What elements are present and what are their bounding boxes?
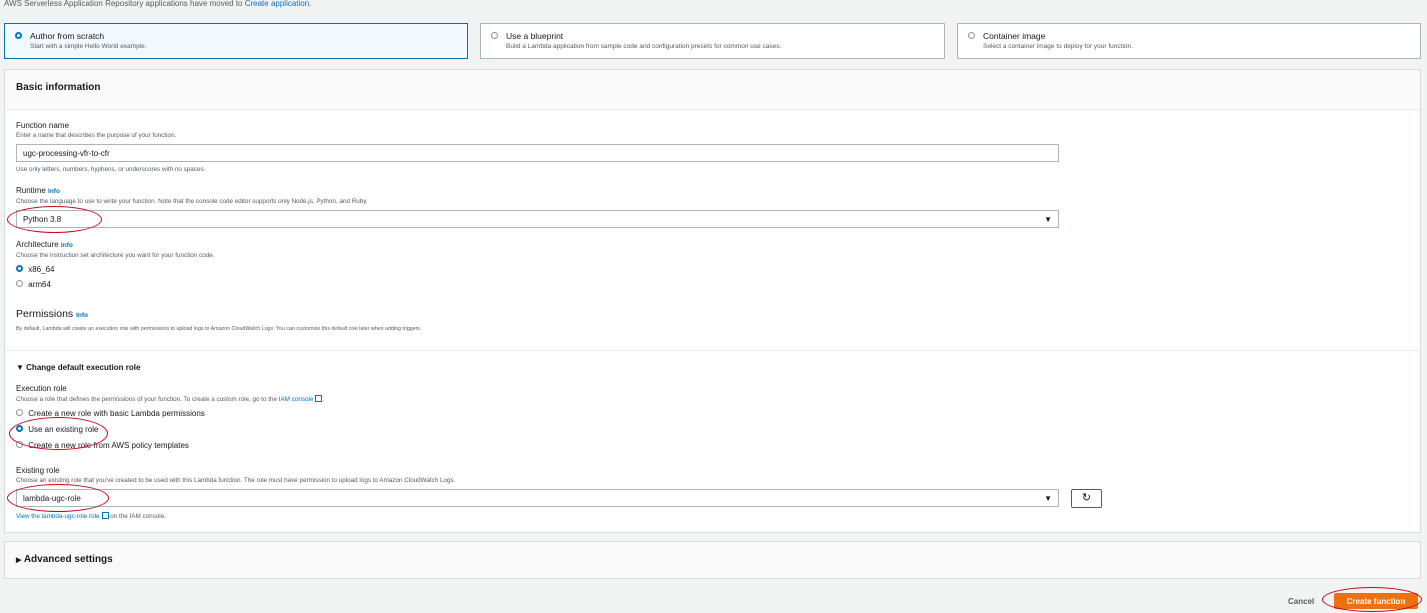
annotation-circle: [1322, 587, 1422, 612]
basic-information-panel: Basic information Function name Enter a …: [4, 69, 1421, 533]
function-name-desc: Enter a name that describes the purpose …: [16, 132, 177, 139]
annotation-circle: [7, 484, 109, 512]
view-role-line: View the lambda-ugc-role role on the IAM…: [16, 512, 166, 520]
execution-role-desc: Choose a role that defines the permissio…: [16, 395, 324, 403]
architecture-desc: Choose the instruction set architecture …: [16, 252, 215, 259]
container-image-radio[interactable]: [968, 32, 975, 39]
architecture-label-text: Architecture: [16, 240, 59, 249]
author-from-scratch-radio[interactable]: [15, 32, 22, 39]
permissions-info-link[interactable]: Info: [76, 312, 88, 319]
option-container-image[interactable]: Container image Select a container image…: [957, 23, 1421, 59]
x86-radio[interactable]: [16, 265, 23, 272]
change-execution-role-expander[interactable]: ▼ Change default execution role: [16, 363, 140, 372]
moved-notice: AWS Serverless Application Repository ap…: [4, 0, 311, 8]
runtime-label-text: Runtime: [16, 186, 46, 195]
advanced-settings-panel[interactable]: ▶ Advanced settings: [4, 541, 1421, 579]
x86-label: x86_64: [28, 265, 55, 274]
arch-option-x86[interactable]: x86_64: [16, 265, 54, 274]
panel-header: Basic information: [5, 70, 1420, 110]
option-title: Use a blueprint: [506, 31, 564, 41]
view-role-link[interactable]: View the lambda-ugc-role role: [16, 513, 100, 520]
basic-information-title: Basic information: [16, 82, 101, 93]
arm64-radio[interactable]: [16, 280, 23, 287]
architecture-label: Architecture Info: [16, 240, 73, 249]
architecture-info-link[interactable]: Info: [61, 242, 73, 249]
execution-role-label: Execution role: [16, 384, 67, 393]
function-name-hint: Use only letters, numbers, hyphens, or u…: [16, 166, 206, 173]
caret-down-icon: ▼: [16, 363, 24, 372]
divider: [5, 350, 1420, 351]
notice-end: .: [309, 0, 312, 8]
external-link-icon: [101, 512, 109, 519]
option-title: Author from scratch: [30, 31, 105, 41]
annotation-circle: [7, 206, 102, 233]
option-title: Container image: [983, 31, 1046, 41]
notice-text: AWS Serverless Application Repository ap…: [4, 0, 245, 8]
arch-option-arm64[interactable]: arm64: [16, 280, 51, 289]
runtime-desc: Choose the language to use to write your…: [16, 198, 368, 205]
existing-role-select[interactable]: lambda-ugc-role ▼: [16, 489, 1059, 507]
arm64-label: arm64: [28, 280, 51, 289]
function-name-input[interactable]: ugc-processing-vfr-to-cfr: [16, 144, 1059, 162]
use-blueprint-radio[interactable]: [491, 32, 498, 39]
annotation-circle: [9, 417, 108, 450]
cancel-button[interactable]: Cancel: [1288, 597, 1314, 606]
option-desc: Build a Lambda application from sample c…: [506, 43, 782, 50]
exec-desc-end: .: [322, 396, 325, 403]
option-desc: Select a container image to deploy for y…: [983, 43, 1133, 50]
permissions-heading: Permissions Info: [16, 308, 88, 320]
dropdown-caret-icon: ▼: [1044, 215, 1052, 224]
option-use-blueprint[interactable]: Use a blueprint Build a Lambda applicati…: [480, 23, 945, 59]
function-name-label: Function name: [16, 121, 69, 130]
exec-desc-text: Choose a role that defines the permissio…: [16, 396, 279, 403]
option-desc: Start with a simple Hello World example.: [30, 43, 147, 50]
runtime-info-link[interactable]: Info: [48, 188, 60, 195]
refresh-icon: ↻: [1081, 492, 1092, 504]
dropdown-caret-icon: ▼: [1044, 494, 1052, 503]
option-author-from-scratch[interactable]: Author from scratch Start with a simple …: [4, 23, 468, 59]
expander-label: Change default execution role: [26, 363, 141, 372]
permissions-title: Permissions: [16, 308, 74, 320]
advanced-settings-header[interactable]: ▶ Advanced settings: [16, 554, 113, 565]
existing-role-label: Existing role: [16, 466, 60, 475]
create-basic-radio[interactable]: [16, 409, 23, 416]
caret-right-icon: ▶: [16, 557, 22, 564]
runtime-select[interactable]: Python 3.8 ▼: [16, 210, 1059, 228]
runtime-label: Runtime Info: [16, 186, 60, 195]
iam-console-link[interactable]: IAM console: [279, 396, 314, 403]
create-application-link[interactable]: Create application: [245, 0, 309, 8]
existing-role-desc: Choose an existing role that you've crea…: [16, 477, 456, 484]
view-role-end: on the IAM console.: [108, 513, 166, 520]
refresh-button[interactable]: ↻: [1071, 489, 1102, 508]
advanced-settings-title: Advanced settings: [23, 554, 113, 565]
permissions-desc: By default, Lambda will create an execut…: [16, 326, 422, 332]
